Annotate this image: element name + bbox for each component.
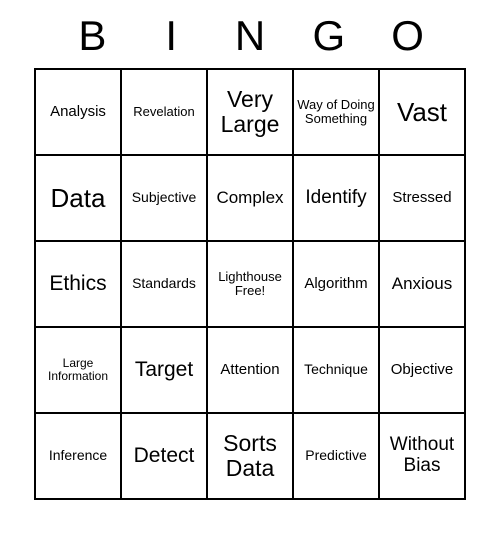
bingo-cell-2-1[interactable]: Standards: [121, 241, 207, 327]
bingo-cell-2-3[interactable]: Algorithm: [293, 241, 379, 327]
bingo-cell-1-4[interactable]: Stressed: [379, 155, 465, 241]
bingo-cell-2-0[interactable]: Ethics: [35, 241, 121, 327]
bingo-cell-0-1[interactable]: Revelation: [121, 69, 207, 155]
bingo-cell-1-0[interactable]: Data: [35, 155, 121, 241]
bingo-cell-3-3[interactable]: Technique: [293, 327, 379, 413]
bingo-cell-3-4[interactable]: Objective: [379, 327, 465, 413]
bingo-cell-1-1[interactable]: Subjective: [121, 155, 207, 241]
bingo-cell-4-3[interactable]: Predictive: [293, 413, 379, 499]
bingo-cell-0-0[interactable]: Analysis: [35, 69, 121, 155]
bingo-cell-1-3[interactable]: Identify: [293, 155, 379, 241]
bingo-cell-0-4[interactable]: Vast: [379, 69, 465, 155]
bingo-cell-4-2[interactable]: Sorts Data: [207, 413, 293, 499]
bingo-cell-4-1[interactable]: Detect: [121, 413, 207, 499]
bingo-cell-1-2[interactable]: Complex: [207, 155, 293, 241]
bingo-grid: AnalysisRevelationVery LargeWay of Doing…: [34, 68, 466, 500]
header-letter-i: I: [132, 12, 211, 60]
bingo-cell-4-0[interactable]: Inference: [35, 413, 121, 499]
bingo-header: B I N G O: [35, 12, 465, 60]
header-letter-b: B: [53, 12, 132, 60]
bingo-cell-4-4[interactable]: Without Bias: [379, 413, 465, 499]
bingo-cell-3-2[interactable]: Attention: [207, 327, 293, 413]
bingo-cell-3-0[interactable]: Large Information: [35, 327, 121, 413]
bingo-cell-0-2[interactable]: Very Large: [207, 69, 293, 155]
header-letter-g: G: [289, 12, 368, 60]
bingo-cell-2-4[interactable]: Anxious: [379, 241, 465, 327]
bingo-cell-2-2[interactable]: Lighthouse Free!: [207, 241, 293, 327]
bingo-cell-0-3[interactable]: Way of Doing Something: [293, 69, 379, 155]
header-letter-o: O: [368, 12, 447, 60]
bingo-cell-3-1[interactable]: Target: [121, 327, 207, 413]
header-letter-n: N: [211, 12, 290, 60]
